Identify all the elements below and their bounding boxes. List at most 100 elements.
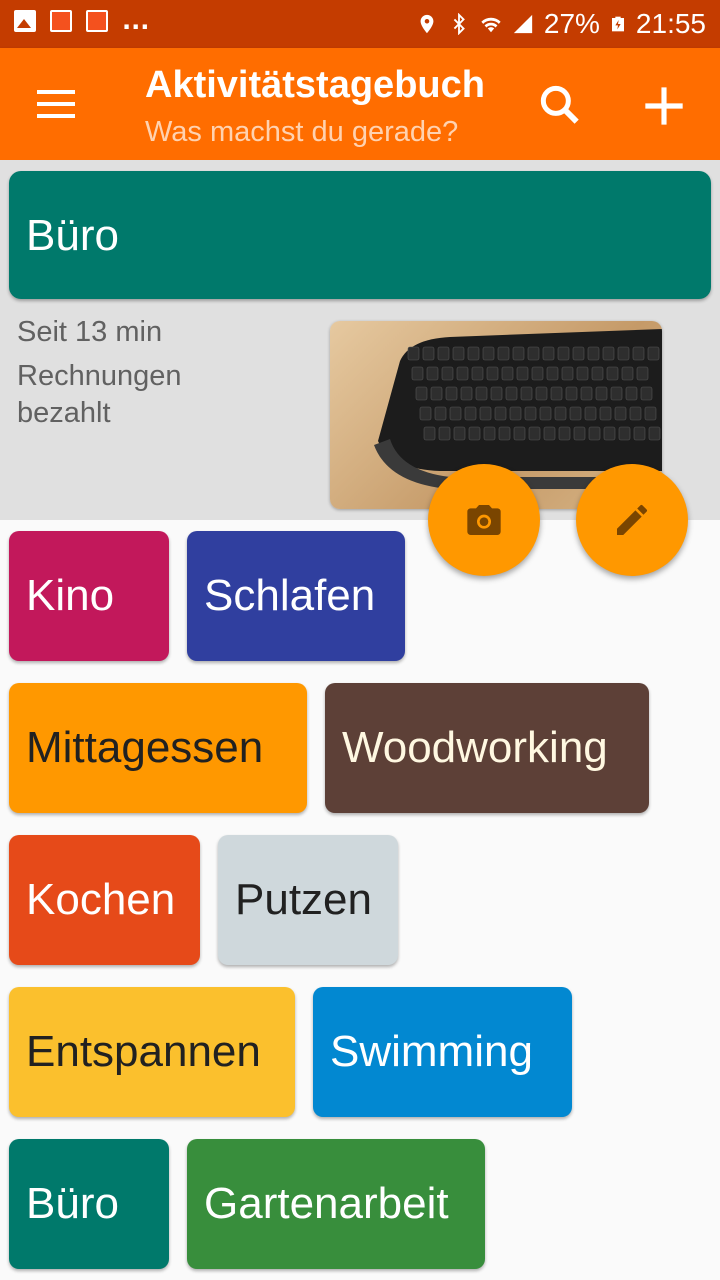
keyboard-key [531,366,544,381]
activity-label: Schlafen [204,571,376,620]
app-bar: Aktivitätstagebuch Was machst du gerade? [0,48,720,160]
activity-tile[interactable]: Gartenarbeit [187,1139,485,1269]
app-notification-icon [86,10,108,32]
keyboard-key [486,366,499,381]
keyboard-key [621,366,634,381]
keyboard-key [512,346,525,361]
keyboard-key [438,426,451,441]
current-activity-card[interactable]: Büro [9,171,711,299]
activity-tile[interactable]: Woodworking [325,683,649,813]
menu-button[interactable] [30,82,80,126]
activity-label: Gartenarbeit [204,1179,449,1228]
wifi-icon [481,17,501,33]
keyboard-key [524,406,537,421]
keyboard-key [625,386,638,401]
add-icon [645,87,683,125]
keyboard-key [505,386,518,401]
notification-overflow: ... [122,7,150,35]
keyboard-key [468,426,481,441]
keyboard-key [430,386,443,401]
keyboard-key [557,346,570,361]
bluetooth-icon [453,13,465,35]
edit-button[interactable] [576,464,688,576]
current-activity-name: Büro [26,211,119,260]
keyboard-key [490,386,503,401]
keyboard-key [497,346,510,361]
keyboard-key [520,386,533,401]
keyboard-key [426,366,439,381]
keyboard-key [591,366,604,381]
menu-icon-bar [37,102,75,106]
menu-icon-bar [37,114,75,118]
clock: 21:55 [635,8,706,39]
keyboard-key [606,366,619,381]
keyboard-key [644,406,657,421]
activity-label: Büro [26,1179,119,1228]
keyboard-key [419,406,432,421]
activity-label: Mittagessen [26,723,264,772]
keyboard-key [445,386,458,401]
keyboard-key [527,346,540,361]
keyboard-key [617,346,630,361]
keyboard-key [595,386,608,401]
keyboard-key [576,366,589,381]
keyboard-key [528,426,541,441]
camera-button[interactable] [428,464,540,576]
keyboard-key [460,386,473,401]
keyboard-key [610,386,623,401]
keyboard-key [516,366,529,381]
search-button[interactable] [535,80,585,130]
activity-label: Swimming [330,1027,533,1076]
activity-tile[interactable]: Putzen [218,835,398,965]
keyboard-key [452,346,465,361]
keyboard-key [647,346,660,361]
keyboard-key [573,426,586,441]
keyboard-key [471,366,484,381]
keyboard-key [434,406,447,421]
battery-charging-icon [611,16,624,32]
keyboard-key [456,366,469,381]
battery-percent: 27% [543,8,600,39]
location-icon [420,14,434,34]
activity-tile[interactable]: Kino [9,531,169,661]
keyboard-key [618,426,631,441]
keyboard-key [475,386,488,401]
keyboard-key [411,366,424,381]
keyboard-key [483,426,496,441]
activity-tile[interactable]: Swimming [313,987,572,1117]
keyboard-key [535,386,548,401]
keyboard-key [498,426,511,441]
keyboard-key [648,426,661,441]
keyboard-key [632,346,645,361]
keyboard-key [580,386,593,401]
signal-icon [513,14,533,34]
image-notification-icon [14,10,36,32]
keyboard-key [629,406,642,421]
keyboard-key [422,346,435,361]
keyboard-key [482,346,495,361]
keyboard-key [569,406,582,421]
activity-tile[interactable]: Mittagessen [9,683,307,813]
keyboard-key [640,386,653,401]
app-subtitle: Was machst du gerade? [145,116,459,148]
keyboard-key [539,406,552,421]
activity-tile[interactable]: Büro [9,1139,169,1269]
add-activity-button[interactable] [636,78,692,134]
activity-tile[interactable]: Schlafen [187,531,405,661]
keyboard-key [602,346,615,361]
app-notification-icon [50,10,72,32]
activity-label: Woodworking [342,723,608,772]
keyboard-key [633,426,646,441]
keyboard-key [543,426,556,441]
app-title: Aktivitätstagebuch [145,64,485,106]
keyboard-key [513,426,526,441]
keyboard-key [554,406,567,421]
status-bar: ... 27% 21:55 [0,0,720,48]
activity-label: Entspannen [26,1027,261,1076]
activity-tile[interactable]: Kochen [9,835,200,965]
keyboard-key [437,346,450,361]
keyboard-key [636,366,649,381]
current-activity-panel: Büro Seit 13 min Rechnungen bezahlt [0,160,720,576]
camera-icon [467,505,501,535]
activity-tile[interactable]: Entspannen [9,987,295,1117]
